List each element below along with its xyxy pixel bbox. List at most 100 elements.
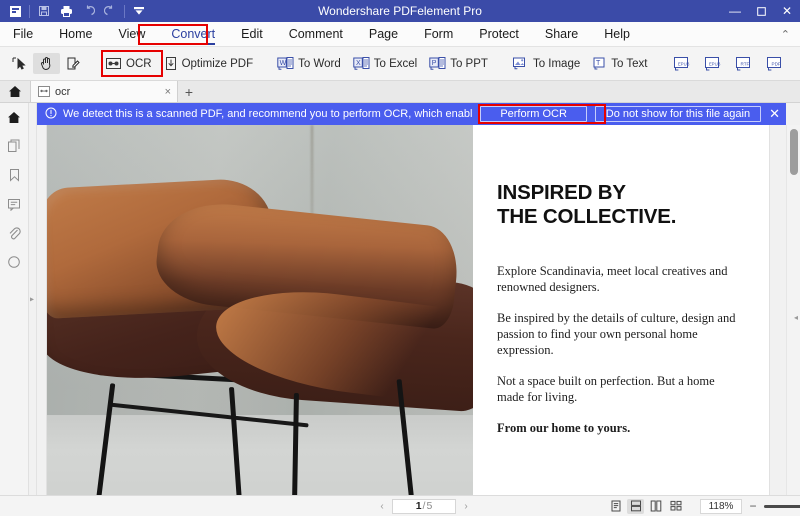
vertical-scrollbar[interactable]: ◂ [786,125,800,495]
redo-icon[interactable] [99,1,121,21]
menu-help[interactable]: Help [591,22,643,47]
svg-text:EPUB: EPUB [678,61,690,66]
svg-text:RTF: RTF [741,61,750,66]
to-ppt-button[interactable]: P To PPT [423,53,494,74]
previous-page-button[interactable]: ‹ [372,501,392,512]
sidebar-attachments-icon[interactable] [3,223,25,243]
menu-home[interactable]: Home [46,22,105,47]
zoom-out-button[interactable]: − [748,499,758,513]
perform-ocr-button[interactable]: Perform OCR [480,106,587,122]
to-pdf-button[interactable]: PDF [758,53,789,75]
ocr-notification-bar: We detect this is a scanned PDF, and rec… [37,103,786,125]
menu-page[interactable]: Page [356,22,411,47]
document-closing-line: From our home to yours. [497,421,631,435]
heading-spacer [497,229,743,248]
optimize-pdf-button[interactable]: Optimize PDF [158,53,260,74]
menu-file[interactable]: File [0,22,46,47]
zoom-level-value[interactable]: 118% [700,498,742,514]
svg-text:P: P [432,60,437,67]
menu-view[interactable]: View [106,22,159,47]
thumbnail-grid-view-button[interactable] [667,499,684,514]
pdf-page-1: INSPIRED BY THE COLLECTIVE. Explore Scan… [47,125,769,495]
home-tab-button[interactable] [0,80,30,102]
window-controls: — ✕ [722,0,800,22]
page-scroll-area[interactable]: INSPIRED BY THE COLLECTIVE. Explore Scan… [37,125,786,495]
zoom-slider[interactable] [764,499,800,513]
menu-share[interactable]: Share [532,22,591,47]
qat-divider-2 [124,4,125,18]
menu-protect[interactable]: Protect [466,22,532,47]
sidebar-comments-icon[interactable] [3,194,25,214]
document-viewer: We detect this is a scanned PDF, and rec… [37,103,800,495]
document-paragraph-1: Explore Scandinavia, meet local creative… [497,264,728,294]
continuous-scroll-view-button[interactable] [627,498,644,514]
single-page-view-button[interactable] [607,499,624,514]
app-logo-icon[interactable] [4,1,26,21]
close-button[interactable]: ✕ [774,0,800,22]
sidebar-stamp-icon[interactable] [3,252,25,272]
info-icon [45,107,57,122]
to-epub2-button[interactable]: EPUB [696,53,727,75]
collapse-right-panel-icon[interactable]: ◂ [794,313,798,322]
hand-tool[interactable] [33,53,60,74]
page-separator: / [422,500,426,512]
document-tab-label: ocr [55,85,71,98]
to-text-label: To Text [611,57,648,70]
svg-text:T: T [596,60,601,67]
do-not-show-again-button[interactable]: Do not show for this file again [594,106,762,122]
svg-text:X: X [356,60,361,67]
menu-form[interactable]: Form [411,22,466,47]
left-sidebar-rail [0,103,29,495]
maximize-button[interactable] [748,0,774,22]
print-icon[interactable] [55,1,77,21]
sidebar-thumbnails-icon[interactable] [3,136,25,156]
menu-comment[interactable]: Comment [276,22,356,47]
next-page-button[interactable]: › [456,501,476,512]
tab-strip: ocr × + [0,80,800,103]
to-image-button[interactable]: To Image [506,53,586,74]
sidebar-bookmarks-icon[interactable] [3,165,25,185]
undo-icon[interactable] [77,1,99,21]
minimize-button[interactable]: — [722,0,748,22]
document-heading-line2: THE COLLECTIVE. [497,205,677,228]
document-tab-close-icon[interactable]: × [165,86,171,98]
to-text-button[interactable]: T To Text [586,53,653,74]
pdf-file-icon [38,86,50,97]
qat-divider [29,4,30,18]
two-page-view-button[interactable] [647,499,664,514]
page-text-column: INSPIRED BY THE COLLECTIVE. Explore Scan… [473,125,769,495]
to-image-label: To Image [532,57,581,70]
close-notification-icon[interactable]: ✕ [769,106,780,122]
ocr-button[interactable]: OCR [99,53,158,74]
menu-bar: File Home View Convert Edit Comment Page… [0,22,800,47]
expand-panel-icon[interactable]: ▸ [30,295,34,304]
scrollbar-thumb[interactable] [790,129,798,175]
collapse-ribbon-icon[interactable]: ⌃ [781,28,800,41]
edit-tool[interactable] [60,53,87,74]
ocr-label: OCR [126,57,152,70]
menu-convert[interactable]: Convert [158,22,228,47]
optimize-pdf-label: Optimize PDF [181,57,254,70]
view-mode-group [607,498,684,514]
title-bar: Wondershare PDFelement Pro — ✕ [0,0,800,22]
sidebar-home-icon[interactable] [3,107,25,127]
new-tab-button[interactable]: + [178,84,200,102]
save-icon[interactable] [33,1,55,21]
document-tab-ocr[interactable]: ocr × [30,80,178,102]
to-epub-button[interactable]: EPUB [665,53,696,75]
menu-edit[interactable]: Edit [228,22,276,47]
status-bar: ‹ 1 / 5 › 118% − [0,495,800,516]
total-pages-value: 5 [426,500,433,512]
quick-access-toolbar [0,1,150,21]
to-excel-button[interactable]: X To Excel [347,53,423,74]
document-paragraph-2: Be inspired by the details of culture, d… [497,311,736,357]
panel-splitter[interactable]: ▸ [29,103,37,495]
document-paragraph-3: Not a space built on perfection. But a h… [497,374,715,404]
to-word-button[interactable]: W To Word [271,53,347,74]
armchair-photo [47,125,473,495]
select-tool[interactable] [6,53,33,74]
customize-toolbar-icon[interactable] [128,1,150,21]
to-rtf-button[interactable]: RTF [727,53,758,75]
pdfelement-window: Wondershare PDFelement Pro — ✕ File Home… [0,0,800,516]
page-number-input[interactable]: 1 / 5 [392,498,456,514]
